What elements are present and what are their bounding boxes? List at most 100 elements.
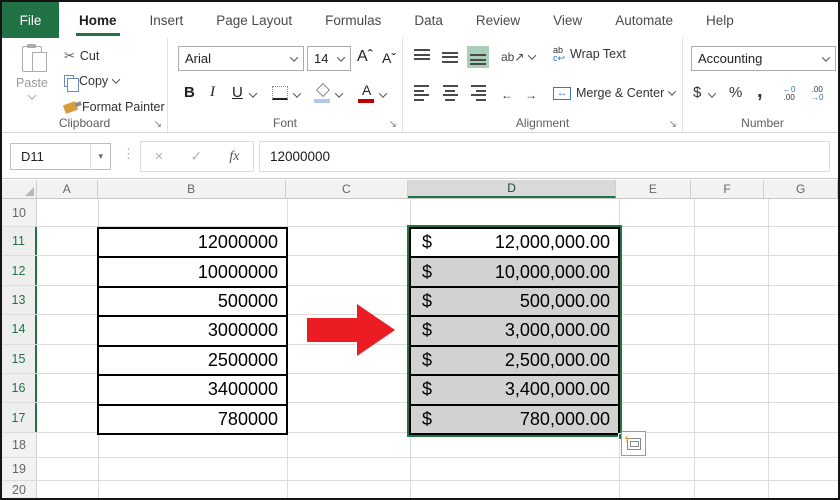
increase-indent-button[interactable]: → (525, 88, 537, 102)
align-middle-button[interactable] (439, 46, 461, 68)
currency-chevron-icon[interactable] (707, 89, 717, 98)
font-size-select[interactable]: 14 (307, 46, 351, 71)
font-color-chevron-icon[interactable] (378, 89, 388, 98)
increase-font-size-button[interactable]: Aˆ (357, 48, 373, 66)
tab-insert[interactable]: Insert (137, 2, 197, 38)
name-box-dropdown-icon[interactable]: ▾ (90, 144, 110, 169)
name-box[interactable]: D11 ▾ (10, 143, 111, 170)
fill-color-button[interactable] (315, 82, 331, 98)
orientation-icon: ab↗ (501, 50, 525, 64)
row-header-13[interactable]: 13 (2, 285, 37, 315)
decrease-font-size-button[interactable]: Aˇ (382, 50, 396, 66)
align-bottom-button[interactable] (467, 46, 489, 68)
quick-analysis-button[interactable] (621, 431, 646, 456)
italic-button[interactable]: I (210, 84, 215, 101)
column-d-value-block: $ 12,000,000.00 $ 10,000,000.00 $ 500,00… (409, 227, 620, 435)
tab-view[interactable]: View (540, 2, 595, 38)
row-header-15[interactable]: 15 (2, 344, 37, 373)
orientation-button[interactable]: ab↗ (501, 50, 537, 64)
tab-help[interactable]: Help (693, 2, 747, 38)
cut-button[interactable]: ✂ Cut (64, 48, 99, 64)
cell-b16[interactable]: 3400000 (99, 376, 286, 406)
cell-b12[interactable]: 10000000 (99, 258, 286, 288)
cancel-entry-icon[interactable]: × (155, 148, 164, 165)
underline-button[interactable]: U (232, 84, 243, 101)
cell-d13[interactable]: $ 500,000.00 (411, 287, 618, 318)
cell-b14[interactable]: 3000000 (99, 317, 286, 347)
borders-chevron-icon[interactable] (292, 89, 302, 98)
clipboard-dialog-launcher[interactable]: ↘ (154, 119, 162, 130)
font-name-select[interactable]: Arial (178, 46, 304, 71)
quick-analysis-icon (624, 434, 641, 450)
comma-format-button[interactable]: , (757, 80, 763, 103)
fill-color-chevron-icon[interactable] (334, 89, 344, 98)
column-header-b[interactable]: B (97, 180, 286, 198)
increase-decimal-button[interactable]: ←0.00 (783, 86, 795, 102)
cell-d15[interactable]: $ 2,500,000.00 (411, 346, 618, 377)
row-header-20[interactable]: 20 (2, 480, 37, 498)
cell-d16[interactable]: $ 3,400,000.00 (411, 376, 618, 406)
column-header-f[interactable]: F (690, 180, 765, 198)
row-header-18[interactable]: 18 (2, 432, 37, 457)
align-top-button[interactable] (411, 46, 433, 68)
currency-format-button[interactable]: $ (693, 84, 701, 101)
cell-b17[interactable]: 780000 (99, 406, 286, 433)
column-header-g[interactable]: G (764, 180, 838, 198)
tab-file[interactable]: File (2, 2, 59, 38)
amount: 780,000.00 (519, 408, 610, 429)
cell-d17[interactable]: $ 780,000.00 (411, 405, 618, 433)
cell-b11[interactable]: 12000000 (99, 229, 286, 259)
column-header-c[interactable]: C (285, 180, 409, 198)
tab-data[interactable]: Data (401, 2, 456, 38)
row-header-10[interactable]: 10 (2, 199, 37, 226)
select-all-corner[interactable] (2, 180, 37, 198)
alignment-dialog-launcher[interactable]: ↘ (669, 119, 677, 130)
column-header-d[interactable]: D (408, 180, 617, 198)
decrease-indent-button[interactable]: ← (501, 88, 513, 102)
row-header-17[interactable]: 17 (2, 403, 37, 432)
row-19-cells[interactable] (37, 457, 838, 480)
clipboard-group-title: Clipboard (58, 116, 111, 130)
column-header-a[interactable]: A (36, 180, 98, 198)
tab-page-layout[interactable]: Page Layout (203, 2, 305, 38)
name-box-value: D11 (21, 149, 44, 164)
row-header-14[interactable]: 14 (2, 315, 37, 344)
row-header-16[interactable]: 16 (2, 373, 37, 403)
tab-home[interactable]: Home (66, 2, 130, 38)
tab-automate[interactable]: Automate (602, 2, 686, 38)
percent-format-button[interactable]: % (729, 84, 742, 101)
number-format-select[interactable]: Accounting (691, 46, 836, 71)
column-header-e[interactable]: E (616, 180, 691, 198)
confirm-entry-icon[interactable]: ✓ (190, 148, 202, 165)
align-center-button[interactable] (439, 82, 461, 104)
wrap-text-button[interactable]: ab c↩ Wrap Text (553, 46, 626, 63)
cell-d11[interactable]: $ 12,000,000.00 (411, 229, 618, 259)
tab-formulas[interactable]: Formulas (312, 2, 394, 38)
font-color-button[interactable]: A (362, 82, 371, 98)
copy-button[interactable]: Copy (64, 74, 121, 92)
decrease-decimal-button[interactable]: .00 →0 (811, 86, 823, 102)
align-right-button[interactable] (467, 82, 489, 104)
cell-b15[interactable]: 2500000 (99, 347, 286, 377)
formula-input[interactable]: 12000000 (259, 141, 830, 172)
merge-center-button[interactable]: ↔ Merge & Center (553, 86, 677, 100)
insert-function-icon[interactable]: fx (229, 149, 239, 165)
cell-b13[interactable]: 500000 (99, 288, 286, 318)
font-dialog-launcher[interactable]: ↘ (389, 119, 397, 130)
format-painter-button[interactable]: Format Painter (62, 100, 165, 114)
paste-button[interactable]: Paste (8, 43, 56, 123)
formula-bar-resize-dots-icon[interactable]: ⋮ (122, 146, 135, 162)
cell-d12[interactable]: $ 10,000,000.00 (411, 258, 618, 288)
align-left-button[interactable] (411, 82, 433, 104)
row-20-cells[interactable] (37, 480, 838, 498)
underline-chevron-icon[interactable] (248, 89, 258, 98)
borders-button[interactable] (272, 86, 288, 100)
bold-button[interactable]: B (184, 84, 195, 101)
cell-d14[interactable]: $ 3,000,000.00 (411, 317, 618, 347)
currency-symbol: $ (422, 408, 433, 429)
tab-review[interactable]: Review (463, 2, 533, 38)
row-header-12[interactable]: 12 (2, 256, 37, 285)
row-10-cells[interactable] (37, 199, 838, 226)
row-header-19[interactable]: 19 (2, 457, 37, 480)
row-header-11[interactable]: 11 (2, 227, 37, 256)
